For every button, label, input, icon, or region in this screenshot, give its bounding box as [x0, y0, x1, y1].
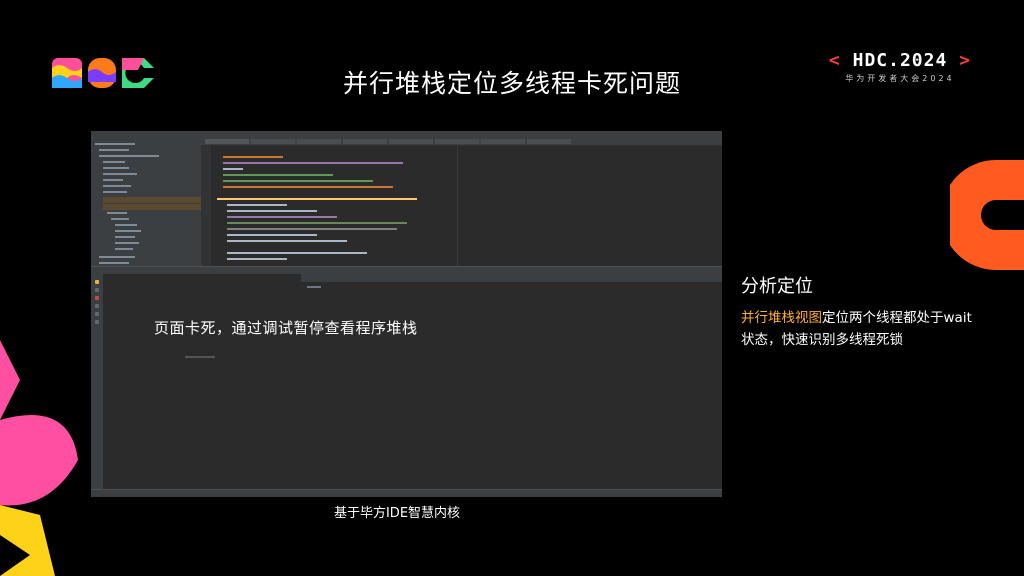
resume-icon[interactable]	[95, 280, 99, 284]
analysis-highlight: 并行堆栈视图	[741, 310, 822, 326]
editor-tab[interactable]	[297, 139, 341, 144]
code-editor[interactable]	[201, 146, 722, 266]
analysis-heading: 分析定位	[741, 276, 813, 297]
tag-bracket-right: >	[959, 50, 971, 71]
editor-tab[interactable]	[343, 139, 387, 144]
tree-selected-row[interactable]	[103, 197, 201, 203]
stop-icon[interactable]	[95, 296, 99, 300]
ide-menu-bar	[91, 131, 722, 138]
ide-screenshot: 页面卡死，通过调试暂停查看程序堆栈	[91, 131, 722, 497]
ide-status-bar	[91, 489, 722, 497]
pause-icon[interactable]	[95, 288, 99, 292]
variables-panel[interactable]	[301, 274, 722, 489]
project-tree-panel[interactable]	[91, 138, 201, 266]
editor-tab[interactable]	[205, 139, 249, 144]
editor-tab[interactable]	[389, 139, 433, 144]
editor-tab[interactable]	[527, 139, 571, 144]
step-into-icon[interactable]	[95, 312, 99, 316]
event-subtitle: 华为开发者大会2024	[845, 74, 955, 83]
editor-tab-bar	[201, 138, 722, 146]
step-icon[interactable]	[95, 304, 99, 308]
pink-deco-shape	[0, 340, 78, 506]
editor-tab[interactable]	[251, 139, 295, 144]
ide-annotation: 页面卡死，通过调试暂停查看程序堆栈	[154, 319, 418, 337]
editor-tab[interactable]	[435, 139, 479, 144]
analysis-body: 并行堆栈视图定位两个线程都处于wait状态，快速识别多线程死锁	[741, 307, 981, 351]
stack-frames-panel[interactable]	[103, 274, 302, 489]
event-tag: < HDC.2024 > 华为开发者大会2024	[829, 50, 971, 84]
orange-deco-shape	[950, 160, 1024, 270]
tag-bracket-left: <	[828, 50, 841, 71]
editor-gutter	[201, 146, 211, 266]
editor-tab[interactable]	[481, 139, 525, 144]
tree-selected-row[interactable]	[103, 204, 201, 210]
slide-caption: 基于毕方IDE智慧内核	[333, 506, 461, 521]
debug-side-toolbar	[91, 274, 103, 489]
settings-icon[interactable]	[95, 320, 99, 324]
event-name: HDC.2024	[852, 50, 948, 71]
